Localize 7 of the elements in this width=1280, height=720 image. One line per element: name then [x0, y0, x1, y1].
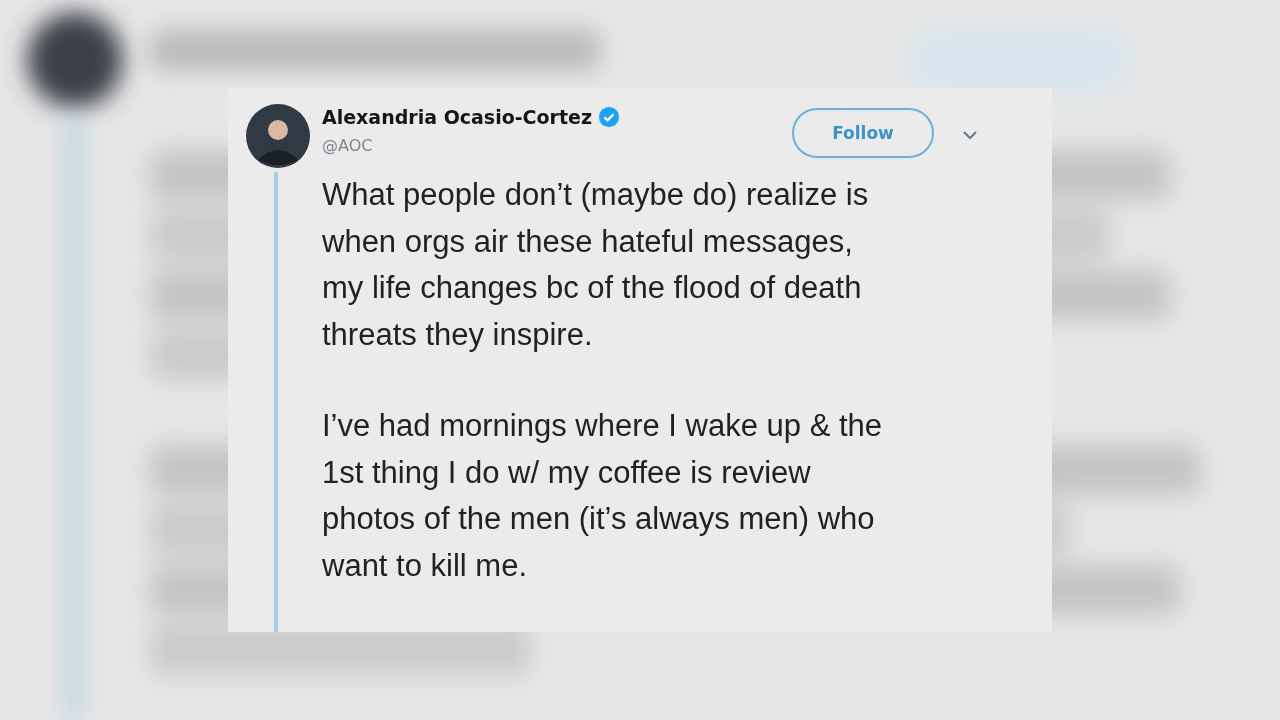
tweet-text: What people don’t (maybe do) realize is when orgs air these hateful messages, my life changes bc of the flood of death threats they inspire. — [322, 176, 870, 354]
tweet-text: I’ve had mornings where I wake up & the 1st thing I do w/ my coffee is review photos of the men (it’s always men) who want to kill me. — [322, 407, 883, 585]
avatar-icon — [246, 104, 310, 168]
user-handle: @AOC — [322, 136, 374, 155]
chevron-down-icon[interactable] — [962, 130, 978, 140]
follow-button[interactable]: Follow — [792, 108, 934, 158]
user-name: Alexandria Ocasio-Cortez — [322, 106, 593, 128]
